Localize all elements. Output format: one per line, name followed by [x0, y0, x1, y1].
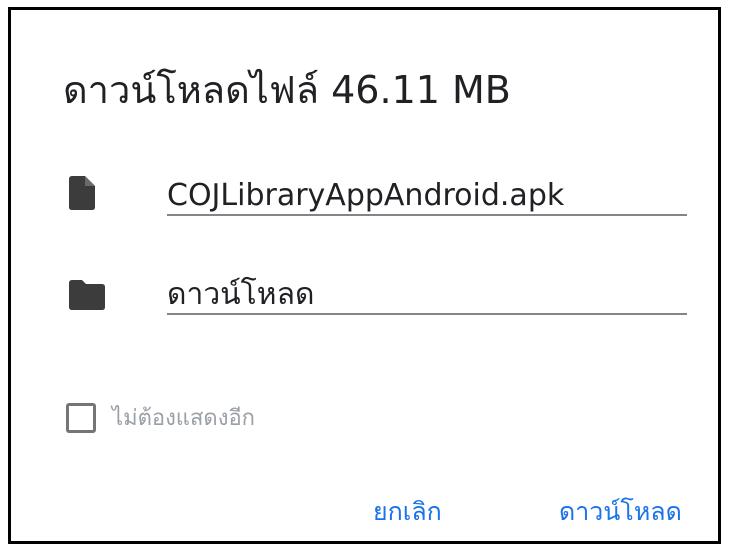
dont-show-again-row[interactable]: ไม่ต้องแสดงอีก — [66, 400, 255, 435]
dont-show-again-label: ไม่ต้องแสดงอีก — [112, 406, 255, 431]
file-icon — [69, 176, 95, 210]
filename-input[interactable]: COJLibraryAppAndroid.apk — [167, 178, 687, 214]
download-button[interactable]: ดาวน์โหลด — [559, 492, 682, 532]
dont-show-again-checkbox[interactable] — [66, 402, 96, 433]
filename-field[interactable]: COJLibraryAppAndroid.apk — [167, 178, 687, 216]
dialog-title: ดาวน์โหลดไฟล์ 46.11 MB — [63, 68, 511, 112]
location-field[interactable]: ดาวน์โหลด — [167, 277, 687, 315]
download-dialog: ดาวน์โหลดไฟล์ 46.11 MB COJLibraryAppAndr… — [8, 7, 721, 544]
folder-icon — [69, 280, 105, 310]
location-input[interactable]: ดาวน์โหลด — [167, 277, 687, 313]
cancel-button[interactable]: ยกเลิก — [373, 492, 442, 532]
